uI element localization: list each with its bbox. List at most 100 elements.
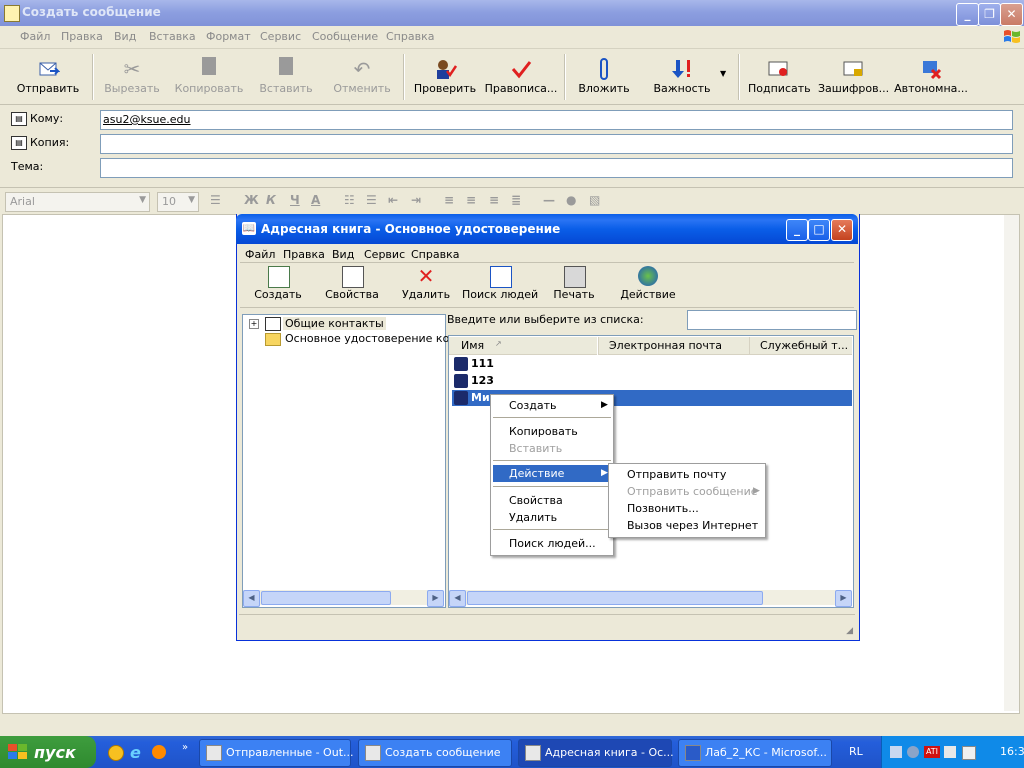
copy-button[interactable]: Копировать [174,55,244,101]
insert-picture-icon[interactable]: ▧ [589,193,600,207]
main-title-bar[interactable]: Создать сообщение _ ❐ ✕ [0,0,1024,26]
task-word-document[interactable]: Лаб_2_КС - Microsof... [678,739,832,767]
ab-close-button[interactable]: ✕ [831,219,853,241]
restore-button[interactable]: ❐ [978,3,1001,26]
folder-tree-pane[interactable]: + Общие контакты Основное удостоверение … [242,314,463,608]
scroll-thumb[interactable] [467,591,763,605]
ab-menu-tools[interactable]: Сервис [364,248,405,261]
task-address-book[interactable]: Адресная книга - Ос... [518,739,674,767]
scroll-thumb[interactable] [261,591,391,605]
ab-menu-edit[interactable]: Правка [283,248,325,261]
underline-button[interactable]: Ч [290,193,300,207]
list-hscrollbar[interactable]: ◀ ▶ [449,590,852,607]
encrypt-button[interactable]: Зашифров... [818,55,889,101]
body-scrollbar[interactable] [1004,215,1019,711]
column-header-email[interactable]: Электронная почта [598,337,749,355]
task-new-message[interactable]: Создать сообщение [358,739,512,767]
spelling-button[interactable]: Правописа... [484,55,558,101]
menu-format[interactable]: Формат [206,30,251,43]
clock[interactable]: 16:3 [1000,745,1024,758]
ab-properties-button[interactable]: Свойства [322,264,382,304]
menu-help[interactable]: Справка [386,30,434,43]
tree-hscrollbar[interactable]: ◀ ▶ [243,590,444,607]
to-input[interactable]: asu2@ksue.edu [100,110,1013,130]
contact-row[interactable]: 111 [452,356,852,372]
to-label[interactable]: Кому: [30,112,63,125]
expand-icon[interactable]: + [249,319,259,329]
tree-item-main-identity[interactable]: Основное удостоверение конт [285,332,463,345]
attach-button[interactable]: Вложить [574,55,634,101]
ati-icon[interactable]: ATI [924,746,940,758]
menu-message[interactable]: Сообщение [312,30,378,43]
ab-delete-button[interactable]: ✕ Удалить [398,264,454,304]
offline-button[interactable]: Автономна... [894,55,968,101]
ab-print-button[interactable]: Печать [548,264,600,304]
close-button[interactable]: ✕ [1000,3,1023,26]
tree-item-shared-contacts[interactable]: Общие контакты [283,317,386,330]
menu-tools[interactable]: Сервис [260,30,301,43]
ab-maximize-button[interactable]: □ [808,219,830,241]
cc-input[interactable] [100,134,1013,154]
contact-row[interactable]: 123 [452,373,852,389]
ab-menu-view[interactable]: Вид [332,248,354,261]
scroll-right-icon[interactable]: ▶ [835,590,852,607]
cut-button[interactable]: ✂ Вырезать [102,55,162,101]
ctx-paste[interactable]: Вставить [493,440,611,457]
quicklaunch-more-icon[interactable]: » [182,742,188,753]
font-select[interactable]: Arial ▼ [5,192,150,212]
scroll-left-icon[interactable]: ◀ [449,590,466,607]
sign-button[interactable]: Подписать [748,55,811,101]
menu-view[interactable]: Вид [114,30,136,43]
priority-dropdown-arrow[interactable]: ▼ [720,69,726,78]
sub-send-mail[interactable]: Отправить почту [611,466,763,483]
ab-new-button[interactable]: Создать [250,264,306,304]
tray-alert-icon[interactable] [962,746,976,760]
ab-menu-help[interactable]: Справка [411,248,459,261]
column-header-name[interactable]: Имя ↗ [449,337,597,355]
sub-call[interactable]: Позвонить... [611,500,763,517]
undo-button[interactable]: ↶ Отменить [332,55,392,101]
align-right-icon[interactable]: ≡ [489,193,499,207]
sub-internet-call[interactable]: Вызов через Интернет [611,517,763,534]
sub-send-message[interactable]: Отправить сообщение ▶ [611,483,763,500]
search-input[interactable] [687,310,857,330]
subject-input[interactable] [100,158,1013,178]
align-center-icon[interactable]: ≡ [466,193,476,207]
horizontal-line-icon[interactable]: — [543,193,555,207]
network-icon[interactable] [890,746,902,758]
resize-grip-icon[interactable]: ◢ [846,626,853,636]
size-select[interactable]: 10 ▼ [157,192,199,212]
address-book-title-bar[interactable]: 📖 Адресная книга - Основное удостоверени… [236,214,858,244]
ab-minimize-button[interactable]: _ [786,219,808,241]
menu-file[interactable]: Файл [20,30,50,43]
send-button[interactable]: Отправить [12,55,84,101]
volume-icon[interactable] [907,746,919,758]
ctx-create[interactable]: Создать ▶ [493,397,611,414]
tray-app-icon[interactable] [944,746,956,758]
scroll-left-icon[interactable]: ◀ [243,590,260,607]
paragraph-style-icon[interactable]: ☰ [210,193,221,207]
task-sent-items[interactable]: Отправленные - Out... [199,739,354,767]
ctx-properties[interactable]: Свойства [493,492,611,509]
font-color-button[interactable]: A [311,193,320,207]
italic-button[interactable]: К [266,193,276,207]
column-header-work-phone[interactable]: Служебный т... [749,337,852,355]
ctx-find-people[interactable]: Поиск людей... [493,535,611,552]
paste-button[interactable]: Вставить [256,55,316,101]
justify-icon[interactable]: ≣ [511,193,521,207]
numbered-list-icon[interactable]: ☷ [344,193,355,207]
menu-insert[interactable]: Вставка [149,30,196,43]
ab-action-button[interactable]: Действие [618,264,678,304]
align-left-icon[interactable]: ≡ [444,193,454,207]
media-player-icon[interactable] [152,745,166,759]
bullet-list-icon[interactable]: ☰ [366,193,377,207]
cc-label[interactable]: Копия: [30,136,69,149]
increase-indent-icon[interactable]: ⇥ [411,193,421,207]
ctx-action[interactable]: Действие ▶ [493,465,611,482]
menu-edit[interactable]: Правка [61,30,103,43]
ctx-delete[interactable]: Удалить [493,509,611,526]
ab-find-people-button[interactable]: Поиск людей [462,264,538,304]
internet-explorer-icon[interactable]: e [130,743,141,762]
language-indicator[interactable]: RL [849,745,863,758]
quicklaunch-clock-icon[interactable] [108,745,124,761]
